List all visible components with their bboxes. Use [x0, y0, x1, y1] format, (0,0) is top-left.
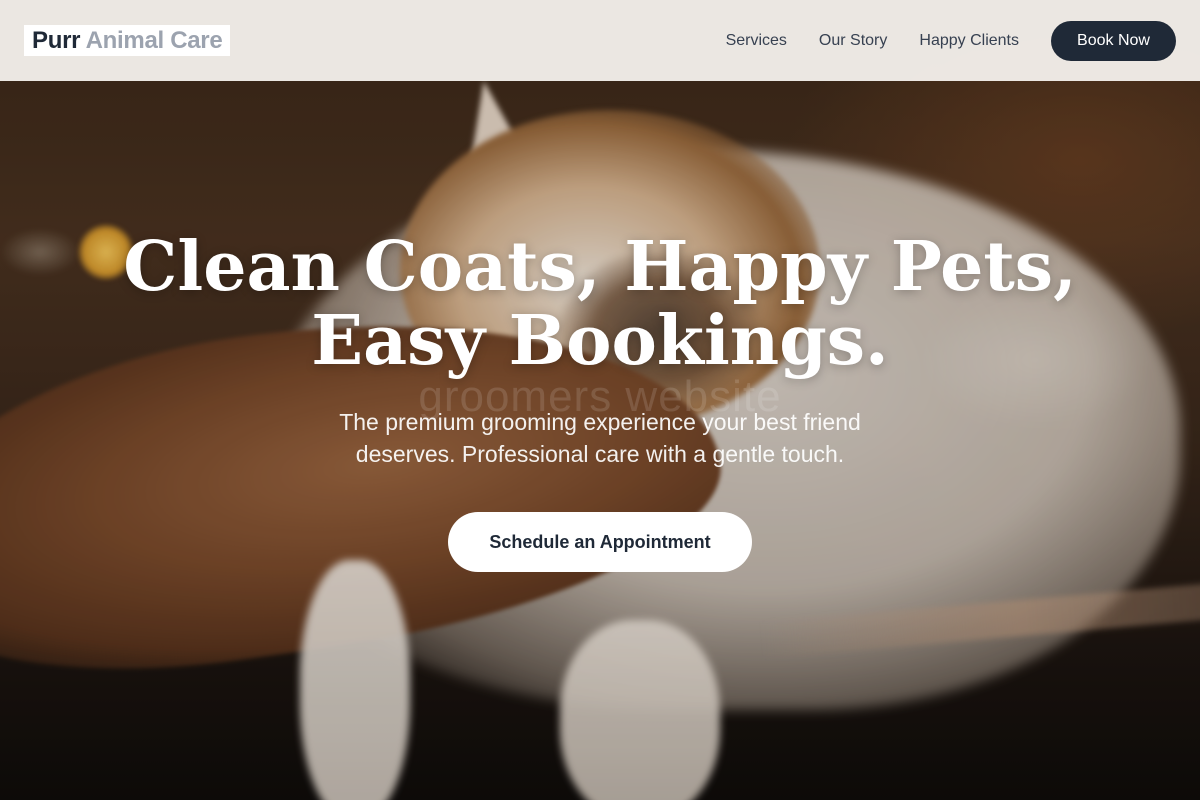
hero-section: Clean Coats, Happy Pets, Easy Bookings. … — [0, 230, 1200, 572]
hero-headline-line1: Clean Coats, Happy Pets, — [123, 227, 1077, 307]
hero-headline: Clean Coats, Happy Pets, Easy Bookings. — [0, 230, 1200, 378]
book-now-button[interactable]: Book Now — [1051, 20, 1176, 61]
main-nav: Services Our Story Happy Clients Book No… — [726, 20, 1176, 61]
nav-link-happy-clients[interactable]: Happy Clients — [919, 32, 1019, 50]
hero-headline-line2: Easy Bookings. — [311, 301, 889, 381]
nav-link-our-story[interactable]: Our Story — [819, 32, 887, 50]
nav-link-services[interactable]: Services — [726, 32, 787, 50]
schedule-appointment-button[interactable]: Schedule an Appointment — [448, 512, 752, 572]
brand-name-primary: Purr — [32, 27, 81, 54]
site-header: Purr Animal Care Services Our Story Happ… — [0, 0, 1200, 81]
brand-name-secondary: Animal Care — [85, 27, 223, 54]
brand-logo[interactable]: Purr Animal Care — [24, 25, 231, 56]
hero-subtitle: The premium grooming experience your bes… — [339, 409, 861, 467]
page: Purr Animal Care Services Our Story Happ… — [0, 0, 1200, 800]
